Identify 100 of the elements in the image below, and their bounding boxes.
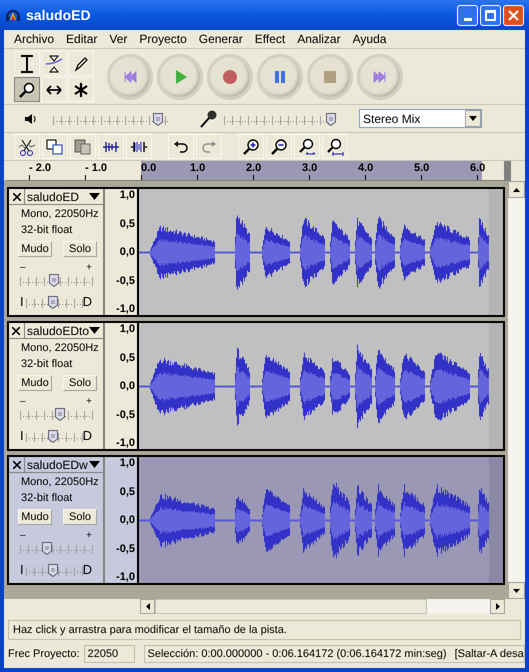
menu-item[interactable]: Effect [248,30,292,48]
pencil-icon [72,54,90,72]
scale-label: 0,0 [120,514,135,526]
maximize-button[interactable] [480,4,501,26]
paste-button[interactable] [70,134,96,159]
pause-button[interactable] [257,54,303,100]
solo-button[interactable]: Solo [63,375,97,391]
slider-thumb[interactable] [152,112,163,126]
scale-label: -1,0 [116,303,135,315]
skip-end-button[interactable] [357,54,403,100]
project-rate-field[interactable]: 22050 [84,645,135,663]
dropdown-arrow-icon [89,193,100,200]
slider-thumb[interactable] [326,112,336,126]
mute-button[interactable]: Mudo [18,241,52,257]
close-icon [12,460,20,468]
scale-label: -0,5 [116,542,135,554]
selection-text: Selección: 0:00.000000 - 0:06.164172 (0:06.164172 min:seg) [148,646,447,662]
record-button[interactable] [207,54,253,100]
mute-button[interactable]: Mudo [18,375,52,391]
close-icon [12,192,20,200]
menu-item[interactable]: Proyecto [133,30,193,48]
ruler-label: 1.0 [190,162,206,174]
scale-label: -1,0 [116,437,135,449]
slider-track[interactable] [20,273,94,287]
speaker-icon [24,112,38,124]
slider-thumb[interactable] [55,408,66,421]
solo-button[interactable]: Solo [63,509,97,525]
horizontal-scrollbar[interactable] [140,599,505,614]
scroll-right-icon [496,603,500,610]
track-name-menu[interactable]: saludoEDw [25,457,103,472]
slider-thumb[interactable] [48,274,59,287]
track-info: Mono, 22050Hz [20,475,100,490]
timeline-ruler[interactable]: - 2.0 - 1.0 0.0 1.0 2.0 3.0 4.0 5.0 6.0 [5,161,504,181]
zoom-out-button[interactable] [266,134,292,159]
zoom-in-button[interactable] [238,134,264,159]
gain-min-label: – [20,397,26,407]
close-track-button[interactable] [9,323,25,338]
scale-label: -0,5 [116,408,135,420]
slider-track[interactable] [20,541,94,555]
scale-label: 1,0 [120,323,135,335]
menu-item[interactable]: Editar [60,30,104,48]
slider-track[interactable] [53,112,168,126]
track-format: 32-bit float [20,357,74,372]
rewind-button[interactable] [107,54,153,100]
pan-right-label: D [82,563,92,577]
zoom-selection-button[interactable] [294,134,320,159]
pan-right-label: D [82,295,92,309]
menu-item[interactable]: Archivo [8,30,60,48]
dropdown-arrow-icon [89,327,100,334]
window-title: saludoED [26,6,92,24]
slider-thumb[interactable] [48,430,58,443]
slider-track[interactable] [26,563,81,577]
scale-label: 0,0 [120,380,135,392]
solo-button[interactable]: Solo [63,241,97,257]
asterisk-icon [72,80,90,98]
close-icon [12,326,20,334]
slider-track[interactable] [26,429,81,443]
scroll-down-icon [513,588,520,592]
envelope-icon [45,54,63,72]
track[interactable]: saludoEDw Mono, 22050Hz 32-bit float Mudo Solo – + I D 1,0 0,5 0,0 -0,5 -1,0 [7,455,505,585]
pan-right-label: D [82,429,92,443]
menu-item[interactable]: Ayuda [346,30,392,48]
magnifier-icon [18,80,36,98]
track[interactable]: saludoEDto Mono, 22050Hz 32-bit float Mudo Solo – + I D 1,0 0,5 0,0 -0,5 -1,0 [7,321,505,451]
slider-track[interactable] [20,407,94,421]
copy-button[interactable] [42,134,68,159]
record-icon [221,68,239,86]
input-source-dropdown[interactable]: Stereo Mix [359,109,482,128]
zoom-selection-icon [298,138,316,156]
close-button[interactable] [503,4,524,26]
slider-track[interactable] [224,112,336,126]
slider-thumb[interactable] [48,296,58,309]
track-name-menu[interactable]: saludoEDto [24,323,103,338]
minimize-button[interactable] [457,4,478,26]
menu-item[interactable]: Generar [192,30,249,48]
slider-thumb[interactable] [42,542,52,555]
gain-max-label: + [86,263,92,273]
ruler-label: 2.0 [246,162,262,174]
maximize-icon [485,10,496,20]
silence-button[interactable] [126,134,152,159]
track-name-menu[interactable]: saludoED [25,189,103,204]
cut-button[interactable] [14,134,40,159]
tool-button[interactable] [14,77,40,102]
menu-item[interactable]: Analizar [291,30,347,48]
track[interactable]: saludoED Mono, 22050Hz 32-bit float Mudo Solo – + I D 1,0 0,5 0,0 -0,5 -1,0 [7,187,505,317]
undo-button[interactable] [168,134,194,159]
menu-item[interactable]: Ver [103,30,134,48]
ruler-label: - 2.0 [29,162,52,174]
fit-button[interactable] [322,134,348,159]
minimize-icon [464,18,472,20]
mute-button[interactable]: Mudo [18,509,52,525]
microphone-icon [198,108,218,128]
vertical-scrollbar[interactable] [508,181,525,599]
trim-button[interactable] [98,134,124,159]
gain-min-label: – [20,531,26,541]
slider-track[interactable] [26,295,81,309]
scale-label: 1,0 [120,189,135,201]
zoom-out-icon [270,138,288,156]
slider-thumb[interactable] [48,564,58,577]
scroll-up-icon [513,188,520,192]
